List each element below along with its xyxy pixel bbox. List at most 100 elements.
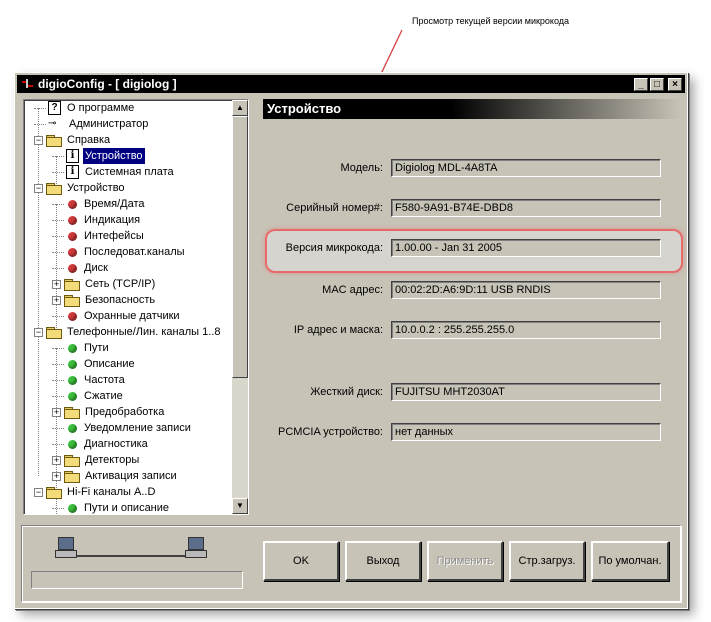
tree-item-label: Телефонные/Лин. каналы 1..8 — [67, 326, 221, 338]
minimize-button[interactable]: _ — [634, 77, 648, 91]
tree-connector — [34, 107, 46, 109]
scroll-up-button[interactable]: ▲ — [232, 100, 248, 116]
tree-item[interactable]: Последоват.каналы — [52, 244, 187, 260]
expand-icon[interactable]: + — [52, 471, 61, 481]
tree-connector — [52, 347, 64, 349]
folder-icon — [64, 294, 80, 307]
computer-icon — [55, 537, 77, 559]
model-field: Digiolog MDL-4A8TA — [391, 159, 661, 177]
defaults-button[interactable]: По умолчан. — [591, 541, 669, 581]
folder-icon — [64, 278, 80, 291]
question-icon: ? — [48, 101, 61, 115]
tree-item[interactable]: Индикация — [52, 212, 142, 228]
tree-connector — [52, 155, 64, 157]
tree-item-label: Справка — [67, 134, 111, 146]
collapse-icon[interactable]: − — [34, 183, 43, 193]
firmware-field: 1.00.00 - Jan 31 2005 — [391, 239, 661, 257]
green-ball-icon — [68, 439, 77, 449]
tree-connector — [34, 123, 46, 125]
folder-icon — [64, 454, 80, 467]
tree-item-label: Детекторы — [85, 454, 140, 466]
tree-item-label: Охранные датчики — [84, 310, 180, 322]
tree-item-label: Hi-Fi каналы A..D — [67, 486, 156, 498]
expand-icon[interactable]: + — [52, 407, 61, 417]
network-link-line — [61, 555, 201, 557]
red-ball-icon — [68, 311, 77, 321]
tree-item-label: Уведомление записи — [84, 422, 191, 434]
tree-item[interactable]: + Предобработка — [52, 404, 166, 420]
collapse-icon[interactable]: − — [34, 487, 43, 497]
expand-icon[interactable]: + — [52, 279, 61, 289]
ok-button[interactable]: OK — [263, 541, 339, 581]
tree-item[interactable]: Пути и описание — [52, 500, 171, 514]
folder-open-icon — [46, 134, 62, 147]
collapse-icon[interactable]: − — [34, 327, 43, 337]
tree-item-label: Пути и описание — [84, 502, 170, 514]
navigation-tree[interactable]: ? О программе ⊸ Администратор − Справка i Устро… — [23, 99, 249, 515]
tree-item[interactable]: Уведомление записи — [52, 420, 193, 436]
tree-item[interactable]: ? О программе — [34, 100, 136, 116]
folder-open-icon — [46, 326, 62, 339]
boot-page-button[interactable]: Стр.загруз. — [509, 541, 585, 581]
collapse-icon[interactable]: − — [34, 135, 43, 145]
tree-item[interactable]: Описание — [52, 356, 137, 372]
folder-open-icon — [46, 486, 62, 499]
expand-icon[interactable]: + — [52, 455, 61, 465]
section-header: Устройство — [263, 99, 681, 119]
disk-label: Жесткий диск: — [310, 386, 383, 398]
tree-item[interactable]: + Детекторы — [52, 452, 141, 468]
tree-item[interactable]: + Сеть (TCP/IP) — [52, 276, 157, 292]
pcmcia-field: нет данных — [391, 423, 661, 441]
tree-item[interactable]: − Справка — [34, 132, 112, 148]
tree-connector — [52, 443, 64, 445]
pcmcia-label: PCMCIA устройство: — [278, 426, 383, 438]
tree-item[interactable]: Интефейсы — [52, 228, 146, 244]
tree-item-label: Устройство — [82, 147, 146, 165]
expand-icon[interactable]: + — [52, 295, 61, 305]
info-icon: i — [66, 149, 79, 163]
tree-item[interactable]: Время/Дата — [52, 196, 147, 212]
tree-connector — [52, 251, 64, 253]
callout-text: Просмотр текущей версии микрокода — [412, 16, 570, 26]
tree-item-label: Диагностика — [84, 438, 148, 450]
scroll-down-button[interactable]: ▼ — [232, 498, 248, 514]
tree-item[interactable]: ⊸ Администратор — [34, 116, 150, 132]
red-ball-icon — [68, 231, 77, 241]
serial-label: Серийный номер#: — [286, 202, 383, 214]
green-ball-icon — [68, 391, 77, 401]
tree-item[interactable]: Сжатие — [52, 388, 125, 404]
folder-open-icon — [46, 182, 62, 195]
title-bar[interactable]: digioConfig - [ digiolog ] _ □ × — [17, 75, 685, 93]
tree-item[interactable]: Диагностика — [52, 436, 150, 452]
tree-connector — [52, 219, 64, 221]
tree-item-label: Сжатие — [84, 390, 123, 402]
tree-connector — [52, 171, 64, 173]
tree-item[interactable]: − Устройство — [34, 180, 127, 196]
ip-label: IP адрес и маска: — [293, 324, 383, 336]
green-ball-icon — [68, 343, 77, 353]
maximize-button[interactable]: □ — [650, 77, 664, 91]
folder-icon — [64, 406, 80, 419]
apply-button[interactable]: Применить — [427, 541, 503, 581]
tree-item[interactable]: i Системная плата — [52, 164, 176, 180]
tree-connector — [52, 427, 64, 429]
tree-item[interactable]: + Активация записи — [52, 468, 179, 484]
tree-item[interactable]: + Безопасность — [52, 292, 157, 308]
green-ball-icon — [68, 503, 77, 513]
tree-item[interactable]: − Hi-Fi каналы A..D — [34, 484, 157, 500]
tree-item-label: Сеть (TCP/IP) — [85, 278, 156, 290]
exit-button[interactable]: Выход — [345, 541, 421, 581]
close-button[interactable]: × — [668, 77, 682, 91]
green-ball-icon — [68, 375, 77, 385]
firmware-label: Версия микрокода: — [285, 242, 383, 254]
tree-item[interactable]: Частота — [52, 372, 127, 388]
tree-item[interactable]: − Телефонные/Лин. каналы 1..8 — [34, 324, 222, 340]
tree-item-label: Индикация — [84, 214, 141, 226]
tree-item[interactable]: Диск — [52, 260, 110, 276]
tree-item-label: Активация записи — [85, 470, 177, 482]
tree-item[interactable]: Охранные датчики — [52, 308, 182, 324]
model-label: Модель: — [340, 162, 383, 174]
tree-item[interactable]: i Устройство — [52, 147, 146, 165]
tree-item[interactable]: Пути — [52, 340, 111, 356]
tree-item-label: Время/Дата — [84, 198, 145, 210]
